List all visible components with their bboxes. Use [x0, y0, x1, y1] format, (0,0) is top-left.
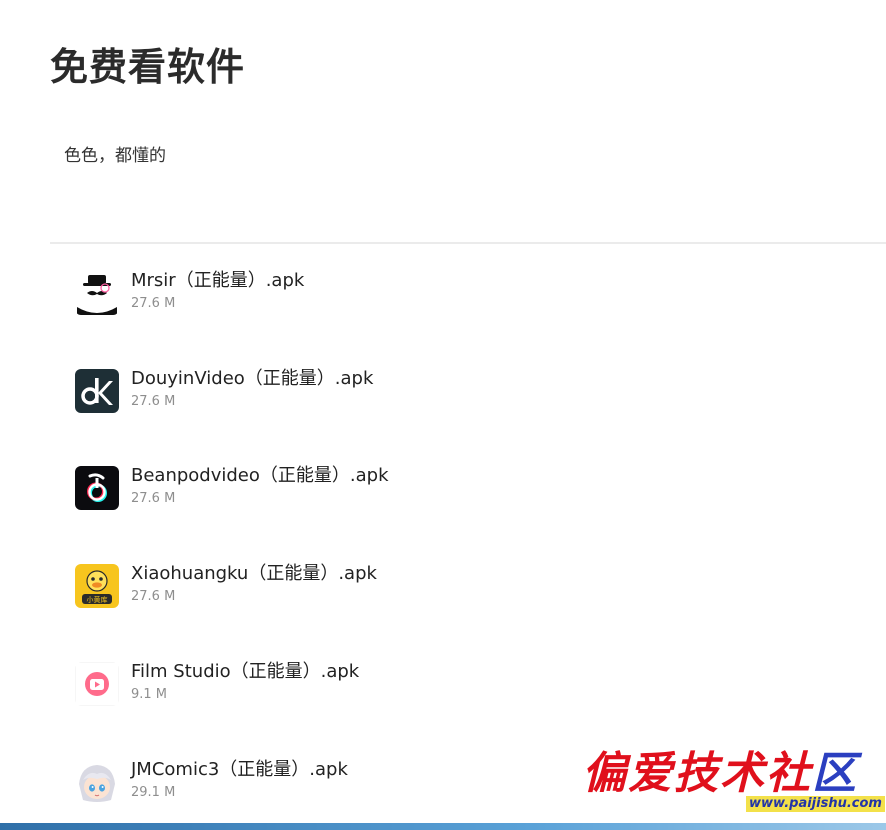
file-size: 29.1 M [131, 785, 176, 800]
watermark-logo-main: 偏爱技术社 [582, 748, 812, 799]
duck-app-icon: 小黄库 [75, 564, 119, 608]
file-name: Film Studio（正能量）.apk [131, 661, 360, 682]
file-item-mrsir[interactable]: Mrsir（正能量）.apk 27.6 M [75, 270, 675, 317]
file-size: 27.6 M [131, 589, 176, 604]
jmcomic-app-icon [75, 760, 119, 804]
mrsir-app-icon [75, 271, 119, 315]
file-name: Beanpodvideo（正能量）.apk [131, 465, 389, 486]
file-item-douyinvideo[interactable]: DouyinVideo（正能量）.apk 27.6 M [75, 368, 675, 415]
file-item-film-studio[interactable]: Film Studio（正能量）.apk 9.1 M [75, 661, 675, 708]
douyin-app-icon [75, 369, 119, 413]
file-size: 27.6 M [131, 491, 176, 506]
beanpod-app-icon [75, 466, 119, 510]
file-name: DouyinVideo（正能量）.apk [131, 368, 374, 389]
file-size: 27.6 M [131, 394, 176, 409]
file-name: Xiaohuangku（正能量）.apk [131, 563, 377, 584]
film-studio-app-icon [75, 662, 119, 706]
watermark-url: www.paijishu.com [746, 796, 885, 812]
file-size: 27.6 M [131, 296, 176, 311]
watermark: 偏爱技术社区 www.paijishu.com [582, 748, 885, 820]
bottom-taskbar-edge [0, 823, 886, 830]
file-name: JMComic3（正能量）.apk [131, 759, 348, 780]
duck-badge-label: 小黄库 [87, 595, 108, 604]
file-item-xiaohuangku[interactable]: 小黄库 Xiaohuangku（正能量）.apk 27.6 M [75, 563, 675, 610]
watermark-logo: 偏爱技术社区 [582, 748, 858, 800]
watermark-logo-tail: 区 [812, 748, 858, 799]
file-item-beanpodvideo[interactable]: Beanpodvideo（正能量）.apk 27.6 M [75, 465, 675, 512]
file-size: 9.1 M [131, 687, 168, 702]
file-name: Mrsir（正能量）.apk [131, 270, 305, 291]
file-list: Mrsir（正能量）.apk 27.6 M DouyinVideo（正能量）.a… [0, 0, 886, 830]
